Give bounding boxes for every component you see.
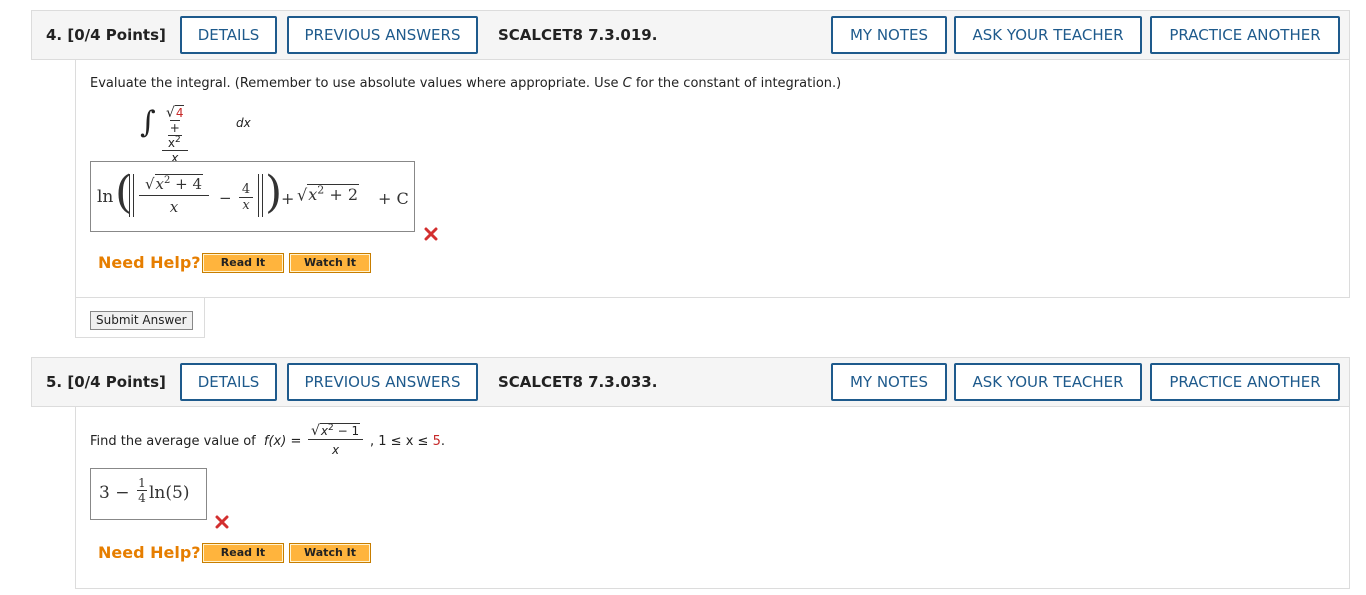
question-4-number: 4. [0/4 Points]	[46, 26, 166, 44]
question-4-prompt: Evaluate the integral. (Remember to use …	[90, 76, 842, 91]
previous-answers-button[interactable]: PREVIOUS ANSWERS	[287, 16, 478, 54]
practice-another-button[interactable]: PRACTICE ANOTHER	[1150, 363, 1340, 401]
incorrect-x-icon	[424, 227, 438, 241]
submit-area-border	[75, 298, 205, 338]
ask-your-teacher-button[interactable]: ASK YOUR TEACHER	[954, 16, 1142, 54]
watch-it-button[interactable]: Watch It	[289, 253, 371, 273]
read-it-button[interactable]: Read It	[202, 543, 284, 563]
watch-it-button[interactable]: Watch It	[289, 543, 371, 563]
question-5-header: 5. [0/4 Points] DETAILS PREVIOUS ANSWERS…	[31, 357, 1350, 407]
function-fraction: √x2 − 1 x	[308, 423, 364, 457]
answer-input[interactable]: 3 − 1 4 ln(5)	[90, 468, 207, 520]
need-help-label: Need Help?	[98, 253, 201, 272]
question-code: SCALCET8 7.3.019.	[498, 26, 658, 44]
answer-input[interactable]: ln ( √x2 + 4 x − 4 x ) + √x2 + 2 + C	[90, 161, 415, 232]
my-notes-button[interactable]: MY NOTES	[831, 363, 947, 401]
question-code: SCALCET8 7.3.033.	[498, 373, 658, 391]
need-help-label: Need Help?	[98, 543, 201, 562]
previous-answers-button[interactable]: PREVIOUS ANSWERS	[287, 363, 478, 401]
my-notes-button[interactable]: MY NOTES	[831, 16, 947, 54]
domain-range: , 1 ≤ x ≤ 5.	[370, 434, 445, 449]
details-button[interactable]: DETAILS	[180, 16, 277, 54]
question-5-number: 5. [0/4 Points]	[46, 373, 166, 391]
incorrect-x-icon	[215, 515, 229, 529]
question-5-prompt: Find the average value of f(x) =	[90, 434, 302, 449]
details-button[interactable]: DETAILS	[180, 363, 277, 401]
practice-another-button[interactable]: PRACTICE ANOTHER	[1150, 16, 1340, 54]
question-4-header: 4. [0/4 Points] DETAILS PREVIOUS ANSWERS…	[31, 10, 1350, 60]
ask-your-teacher-button[interactable]: ASK YOUR TEACHER	[954, 363, 1142, 401]
read-it-button[interactable]: Read It	[202, 253, 284, 273]
